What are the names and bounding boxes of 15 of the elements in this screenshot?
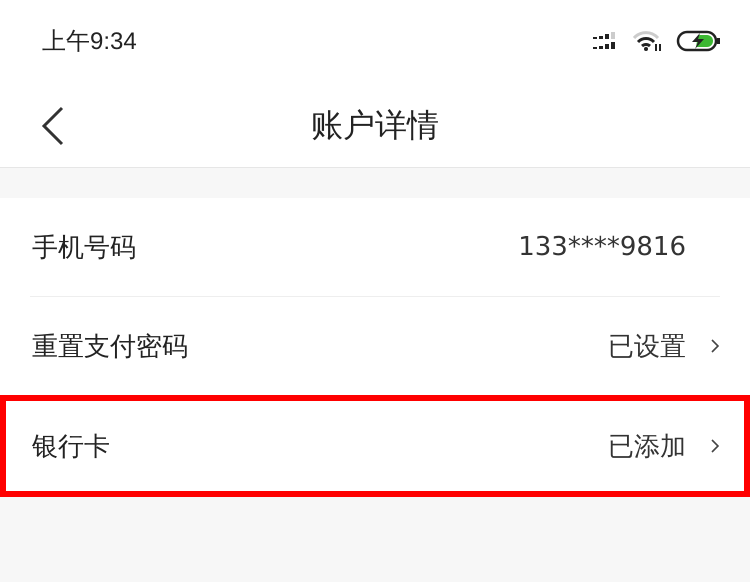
page-title: 账户详情: [311, 105, 439, 146]
row-value: 133****9816: [518, 232, 686, 262]
highlighted-list-row[interactable]: 银行卡 已添加: [0, 395, 750, 497]
chevron-right-icon: [710, 338, 720, 354]
status-time: 上午9:34: [42, 26, 137, 56]
wifi-icon: [632, 30, 662, 50]
back-button[interactable]: [40, 106, 66, 146]
signal-icon: [592, 32, 618, 50]
row-label: 手机号码: [32, 232, 137, 264]
row-label: 银行卡: [32, 430, 111, 464]
row-label: 重置支付密码: [32, 330, 189, 364]
row-value: 已添加: [608, 430, 686, 464]
chevron-right-icon: [710, 438, 720, 454]
row-value: 已设置: [608, 330, 686, 364]
battery-charging-icon: [676, 30, 722, 52]
